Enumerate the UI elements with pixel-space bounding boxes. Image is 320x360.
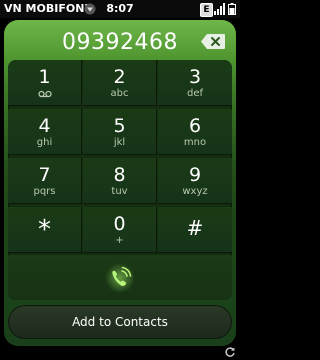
key-star[interactable]: *	[8, 207, 82, 253]
backspace-icon[interactable]	[200, 33, 226, 50]
key-letters: def	[186, 88, 204, 99]
key-letters: ghi	[36, 137, 53, 148]
key-digit: 2	[113, 66, 126, 88]
keypad: 1 2 abc 3 def 4 ghi 5 jkl 6 mno 7 pqrs 8…	[8, 60, 232, 300]
key-9[interactable]: 9 wxyz	[158, 158, 232, 204]
key-digit: 0	[113, 213, 126, 235]
key-digit: 4	[38, 115, 51, 137]
key-digit: #	[186, 216, 204, 240]
rotate-icon[interactable]	[224, 346, 236, 358]
phone-dialer-card: 09392468 1 2 abc 3 def 4 ghi 5 jkl 6 mno…	[4, 20, 236, 346]
key-digit: *	[38, 215, 51, 245]
key-3[interactable]: 3 def	[158, 60, 232, 106]
key-letters: mno	[183, 137, 207, 148]
key-digit: 5	[113, 115, 126, 137]
status-bar: VN MOBIFONE 8:07 E	[0, 0, 240, 18]
key-letters: abc	[110, 88, 129, 99]
key-letters: pqrs	[33, 186, 56, 197]
key-hash[interactable]: #	[158, 207, 232, 253]
key-digit: 8	[113, 164, 126, 186]
key-0[interactable]: 0 +	[83, 207, 157, 253]
key-letters: wxyz	[182, 186, 208, 197]
key-letters: +	[115, 235, 124, 246]
key-digit: 7	[38, 164, 51, 186]
add-to-contacts-button[interactable]: Add to Contacts	[8, 305, 232, 339]
key-8[interactable]: 8 tuv	[83, 158, 157, 204]
key-6[interactable]: 6 mno	[158, 109, 232, 155]
key-letters: tuv	[111, 186, 128, 197]
key-digit: 9	[188, 164, 202, 186]
key-7[interactable]: 7 pqrs	[8, 158, 82, 204]
key-digit: 3	[188, 66, 202, 88]
key-digit: 1	[38, 66, 51, 88]
key-1[interactable]: 1	[8, 60, 82, 106]
voicemail-icon	[37, 90, 52, 98]
battery-icon	[228, 3, 236, 15]
key-letters: jkl	[113, 137, 126, 148]
signal-icon	[214, 3, 225, 15]
bottom-bar	[0, 346, 240, 360]
call-icon	[105, 263, 135, 293]
key-2[interactable]: 2 abc	[83, 60, 157, 106]
call-button[interactable]	[8, 255, 232, 300]
key-5[interactable]: 5 jkl	[83, 109, 157, 155]
key-4[interactable]: 4 ghi	[8, 109, 82, 155]
data-badge: E	[200, 3, 213, 17]
key-digit: 6	[188, 115, 202, 137]
